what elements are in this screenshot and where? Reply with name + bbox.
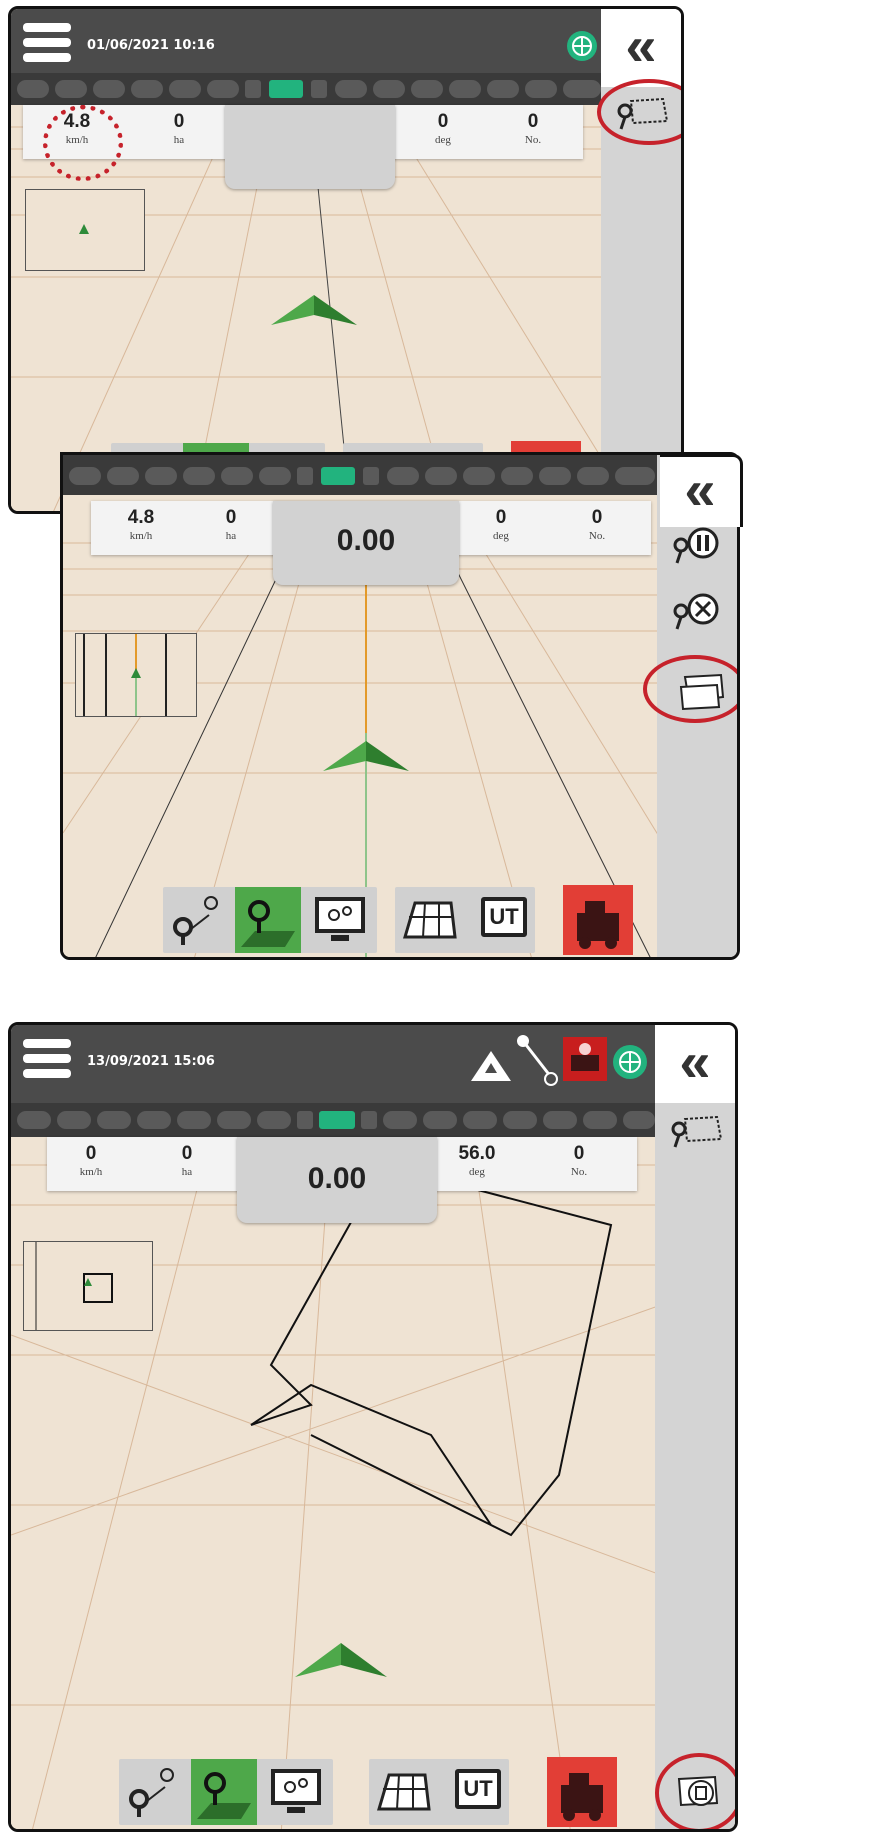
boom-section-bar [63,455,663,495]
count-readout[interactable]: 0 No. [539,1143,619,1178]
center-section-indicator [321,467,355,485]
app-toolbar: UT [395,887,535,953]
settings-button[interactable] [307,887,373,953]
vehicle-icon [323,741,409,771]
collapse-panel-button[interactable]: « [655,1025,735,1103]
heading-readout[interactable]: 0 deg [461,507,541,542]
collapse-panel-button[interactable]: « [601,9,681,87]
gnss-icon [567,31,597,61]
ut-label: UT [481,897,527,937]
new-boundary-button[interactable] [665,1109,725,1153]
field-boundary-button[interactable] [191,1759,257,1825]
heading-readout[interactable]: 56.0 deg [437,1143,517,1178]
date-time: 01/06/2021 10:16 [87,38,215,53]
menu-button[interactable] [23,1039,71,1085]
gear-monitor-icon [315,897,365,941]
vehicle-icon [271,295,357,325]
boom-section-bar [11,73,607,105]
mini-map[interactable] [23,1241,153,1331]
guidance-toolbar [163,887,377,953]
mark-point-button[interactable] [119,1759,185,1825]
ut-label: UT [455,1769,501,1809]
pin-line-icon [129,1768,174,1817]
collapse-panel-button[interactable]: « [660,454,743,527]
app-toolbar: UT [369,1759,509,1825]
side-panel: « [655,1025,735,1829]
field-pin-icon [197,1772,251,1819]
map-grid-icon [376,1773,431,1811]
cross-track-box [225,105,395,189]
vehicle-mini-icon [79,224,89,234]
track-mini-icon [83,634,167,716]
boom-section-bar [11,1103,661,1137]
menu-button[interactable] [23,23,71,69]
implement-icon [577,901,619,949]
universal-terminal-button[interactable]: UT [439,1759,505,1825]
pin-line-icon [173,896,218,945]
settings-button[interactable] [263,1759,329,1825]
machine-alert-button[interactable] [563,885,633,955]
delete-area-highlight-circle [655,1753,735,1829]
date-time: 13/09/2021 15:06 [87,1054,215,1069]
cancel-boundary-icon [673,593,719,630]
boundary-mini-icon [35,1242,113,1330]
universal-terminal-button[interactable]: UT [465,887,531,953]
machine-alert-button[interactable] [547,1757,617,1827]
new-boundary-icon [671,1115,723,1148]
mark-point-button[interactable] [163,887,229,953]
mark-area-highlight-circle [643,655,737,723]
field-boundary-button[interactable] [235,887,301,953]
center-section-indicator [269,80,303,98]
speed-readout[interactable]: 4.8 km/h [101,507,181,542]
count-readout[interactable]: 0 No. [557,507,637,542]
top-bar: 13/09/2021 15:06 [11,1025,661,1103]
gear-monitor-icon [271,1769,321,1813]
pause-boundary-icon [673,527,719,564]
mini-map[interactable] [75,633,197,717]
screen-1: 01/06/2021 10:16 4.8 km/h 0 ha 0 deg 0 No. [8,6,684,514]
field-pin-icon [241,900,295,947]
map-button[interactable] [395,887,461,953]
area-readout[interactable]: 0 ha [139,111,219,146]
screen-2: 4.8 km/h 0 ha 0 deg 0 No. 0.00 UT [60,452,740,960]
area-readout[interactable]: 0 ha [191,507,271,542]
mini-map[interactable] [25,189,145,271]
vehicle-icon [295,1643,387,1677]
cancel-boundary-button[interactable] [667,589,727,633]
cross-track-box: 0.00 [273,501,459,585]
ab-line-icon [517,1035,558,1086]
gnss-icon [613,1045,647,1079]
map-button[interactable] [369,1759,435,1825]
map-grid-icon [402,901,457,939]
speed-highlight-circle [43,105,123,181]
guidance-toolbar [119,1759,333,1825]
implement-icon [561,1773,603,1821]
pause-boundary-button[interactable] [667,523,727,567]
heading-readout[interactable]: 0 deg [403,111,483,146]
cross-track-box: 0.00 [237,1137,437,1223]
area-readout[interactable]: 0 ha [147,1143,227,1178]
center-section-indicator [319,1111,355,1129]
implement-alert-icon [563,1037,607,1081]
speed-readout[interactable]: 0 km/h [51,1143,131,1178]
boundary-icon [471,1051,511,1081]
count-readout[interactable]: 0 No. [493,111,573,146]
screen-3: 13/09/2021 15:06 0 km/h 0 ha 56.0 deg 0 No. … [8,1022,738,1832]
